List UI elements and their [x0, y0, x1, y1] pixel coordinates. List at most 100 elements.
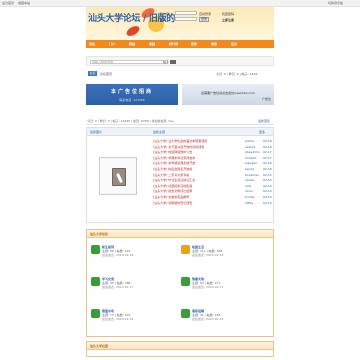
ad-banner-right[interactable]: 您需要广告位请点击此处www.bbs.com 广告位: [182, 84, 274, 105]
topic-author[interactable]: wanglei: [245, 161, 257, 165]
featured-image[interactable]: [99, 157, 137, 195]
forum-icon[interactable]: [181, 309, 190, 318]
topic-date: 02-14: [263, 183, 272, 188]
search-scope-select[interactable]: 帖子: [163, 60, 169, 64]
topic-author[interactable]: club: [245, 184, 251, 188]
topic-title[interactable]: [汕头大学] 校园网络维护公告: [153, 150, 192, 154]
topic-date: 02-15: [263, 172, 272, 177]
latest-panel: 最新图片 最新主题 更多 [汕头大学] 汕大学生会换届选举结果通知 admin 02…: [86, 127, 274, 223]
topic-date: 02-16: [263, 166, 272, 171]
latest-panel-header: 最新图片 最新主题 更多: [87, 128, 273, 136]
section-title[interactable]: 汕头大学论坛: [90, 232, 108, 236]
topic-author[interactable]: office: [245, 201, 253, 205]
topic-title[interactable]: [汕头大学] 毕业生就业信息汇总: [153, 178, 195, 182]
topic-row[interactable]: [汕头大学] 寒假留校登记通知 office 02-13: [153, 200, 273, 206]
register-link[interactable]: 立即注册: [222, 18, 234, 22]
section-header: 汕头大学论坛: [87, 230, 273, 238]
latest-reply-link[interactable]: 最新回复: [258, 119, 270, 123]
topic-date: 02-16: [263, 161, 272, 166]
ad-banner-left[interactable]: 本广告位招商 联系电话: 123456: [86, 84, 178, 105]
topic-author[interactable]: admin: [245, 139, 254, 143]
forum-icon[interactable]: [181, 277, 190, 286]
forum-last-post[interactable]: 最后发表: 2024-02-18: [102, 253, 133, 257]
topic-title[interactable]: [汕头大学] 寒假留校登记通知: [153, 201, 192, 205]
topic-author[interactable]: foodie: [245, 195, 254, 199]
password-input[interactable]: [175, 17, 197, 21]
topic-date: 02-18: [263, 139, 272, 143]
topic-author[interactable]: career: [245, 178, 255, 182]
password-label: 密码: [160, 18, 167, 22]
forum-item[interactable]: 学习交流 主题: 95 | 帖数: 388 最后发表: 2024-02-17: [91, 276, 171, 302]
auto-login-checkbox-label[interactable]: 自动登录: [199, 12, 211, 16]
forum-last-post[interactable]: 最后发表: 2024-02-17: [102, 285, 133, 289]
forum-item[interactable]: 新生报到 主题: 86 | 帖数: 429 最后发表: 2024-02-18: [91, 244, 171, 270]
search-button[interactable]: [170, 60, 176, 64]
nav-item[interactable]: 家园: [149, 42, 155, 46]
more-link[interactable]: 更多: [259, 130, 265, 134]
topic-date: 02-14: [263, 189, 272, 194]
nav-item[interactable]: 门户: [109, 42, 115, 46]
forum-item[interactable]: 跳蚤市场 主题: 73 | 帖数: 320 最后发表: 2024-02-16: [91, 308, 171, 334]
search-bar: 请输入搜索内容 帖子: [86, 56, 274, 66]
breadcrumb: 论坛 论坛首页 今日: 0 | 昨日: 0 | 帖子: 1234: [86, 70, 274, 78]
topic-title[interactable]: [汕头大学] 关于图书馆开放时间的通知: [153, 145, 204, 149]
ad-right-sub: 广告位: [261, 97, 271, 101]
section-header: 汕头大学社团: [87, 342, 273, 350]
bookmark-link[interactable]: 收藏本站: [18, 1, 30, 5]
topic-title[interactable]: [汕头大学] 新学期选课系统开放: [153, 161, 195, 165]
forum-last-post[interactable]: 最后发表: 2024-02-16: [192, 317, 223, 321]
forum-section: 汕头大学社团: [86, 341, 274, 357]
top-bar: 设为首页 收藏本站 切换到窄版: [0, 0, 360, 7]
ad-right-text: 您需要广告位请点击此处www.bbs.com: [201, 91, 255, 95]
topic-title[interactable]: [汕头大学] 汕大学生会换届选举结果通知: [153, 139, 207, 143]
topic-date: 02-13: [263, 194, 272, 199]
stats-bar: 今日: 0 | 昨日: 0 | 帖子: 12345 | 会员: 6789 | 欢…: [86, 118, 274, 125]
forum-last-post[interactable]: 最后发表: 2024-02-18: [192, 253, 223, 257]
login-form: 用户名 自动登录 找回密码 密码 登录 立即注册: [160, 11, 272, 35]
nav-item[interactable]: 论坛: [89, 42, 95, 46]
nav-item[interactable]: 帮助: [191, 42, 197, 46]
main-nav: 论坛 门户 群组 家园 排行榜 帮助 搜索 音乐: [86, 40, 274, 48]
leaf-decoration: [124, 24, 142, 38]
forum-icon[interactable]: [91, 277, 100, 286]
topic-author[interactable]: dorm: [245, 189, 253, 193]
topic-title[interactable]: [汕头大学] 二手书交易专帖: [153, 173, 189, 177]
topic-author[interactable]: student: [245, 156, 256, 160]
nav-item[interactable]: 群组: [129, 42, 135, 46]
nav-item[interactable]: 搜索: [211, 42, 217, 46]
narrow-toggle-link[interactable]: 切换到窄版: [328, 1, 343, 5]
username-input[interactable]: [175, 11, 197, 15]
topic-author[interactable]: bbsadmin: [245, 150, 260, 154]
ad-left-text: 本广告位招商: [110, 89, 153, 95]
tab-latest-images[interactable]: 最新图片: [90, 130, 102, 134]
forum-last-post[interactable]: 最后发表: 2024-02-17: [192, 285, 223, 289]
forum-last-post[interactable]: 最后发表: 2024-02-16: [102, 317, 133, 321]
ad-left-sub: 联系电话: 123456: [119, 98, 145, 102]
section-title[interactable]: 汕头大学社团: [90, 344, 108, 348]
topic-title[interactable]: [汕头大学] 社团招新活动集锦: [153, 184, 192, 188]
set-homepage-link[interactable]: 设为首页: [2, 1, 14, 5]
forum-icon[interactable]: [91, 309, 100, 318]
forum-item[interactable]: 校园生活 主题: 112 | 帖数: 636 最后发表: 2024-02-18: [181, 244, 261, 270]
forum-item[interactable]: 情感天地 主题: 64 | 帖数: 271 最后发表: 2024-02-17: [181, 276, 261, 302]
topic-date: 02-18: [263, 144, 272, 149]
topic-author[interactable]: sports: [245, 167, 254, 171]
topic-title[interactable]: [汕头大学] 食堂新菜品推荐: [153, 195, 189, 199]
search-input[interactable]: 请输入搜索内容: [90, 60, 168, 64]
tab-latest-topics[interactable]: 最新主题: [153, 130, 165, 134]
breadcrumb-current[interactable]: 论坛首页: [100, 72, 112, 76]
topic-author[interactable]: bookman: [245, 173, 259, 177]
forum-icon[interactable]: [91, 245, 100, 254]
breadcrumb-home[interactable]: 论坛: [88, 71, 97, 76]
topic-title[interactable]: [汕头大学] 学期末考试安排发布: [153, 156, 195, 160]
nav-item[interactable]: 排行榜: [169, 42, 178, 46]
topic-title[interactable]: [汕头大学] 校运会报名开始啦: [153, 167, 192, 171]
username-label: 用户名: [160, 12, 170, 16]
login-button[interactable]: 登录: [199, 17, 209, 22]
topic-title[interactable]: [汕头大学] 宿舍文明评比结果: [153, 189, 192, 193]
forum-item[interactable]: 兼职招聘 主题: 41 | 帖数: 158 最后发表: 2024-02-16: [181, 308, 261, 334]
nav-item[interactable]: 音乐: [231, 42, 237, 46]
find-password-link[interactable]: 找回密码: [222, 12, 234, 16]
forum-icon[interactable]: [181, 245, 190, 254]
topic-author[interactable]: user01: [245, 145, 255, 149]
